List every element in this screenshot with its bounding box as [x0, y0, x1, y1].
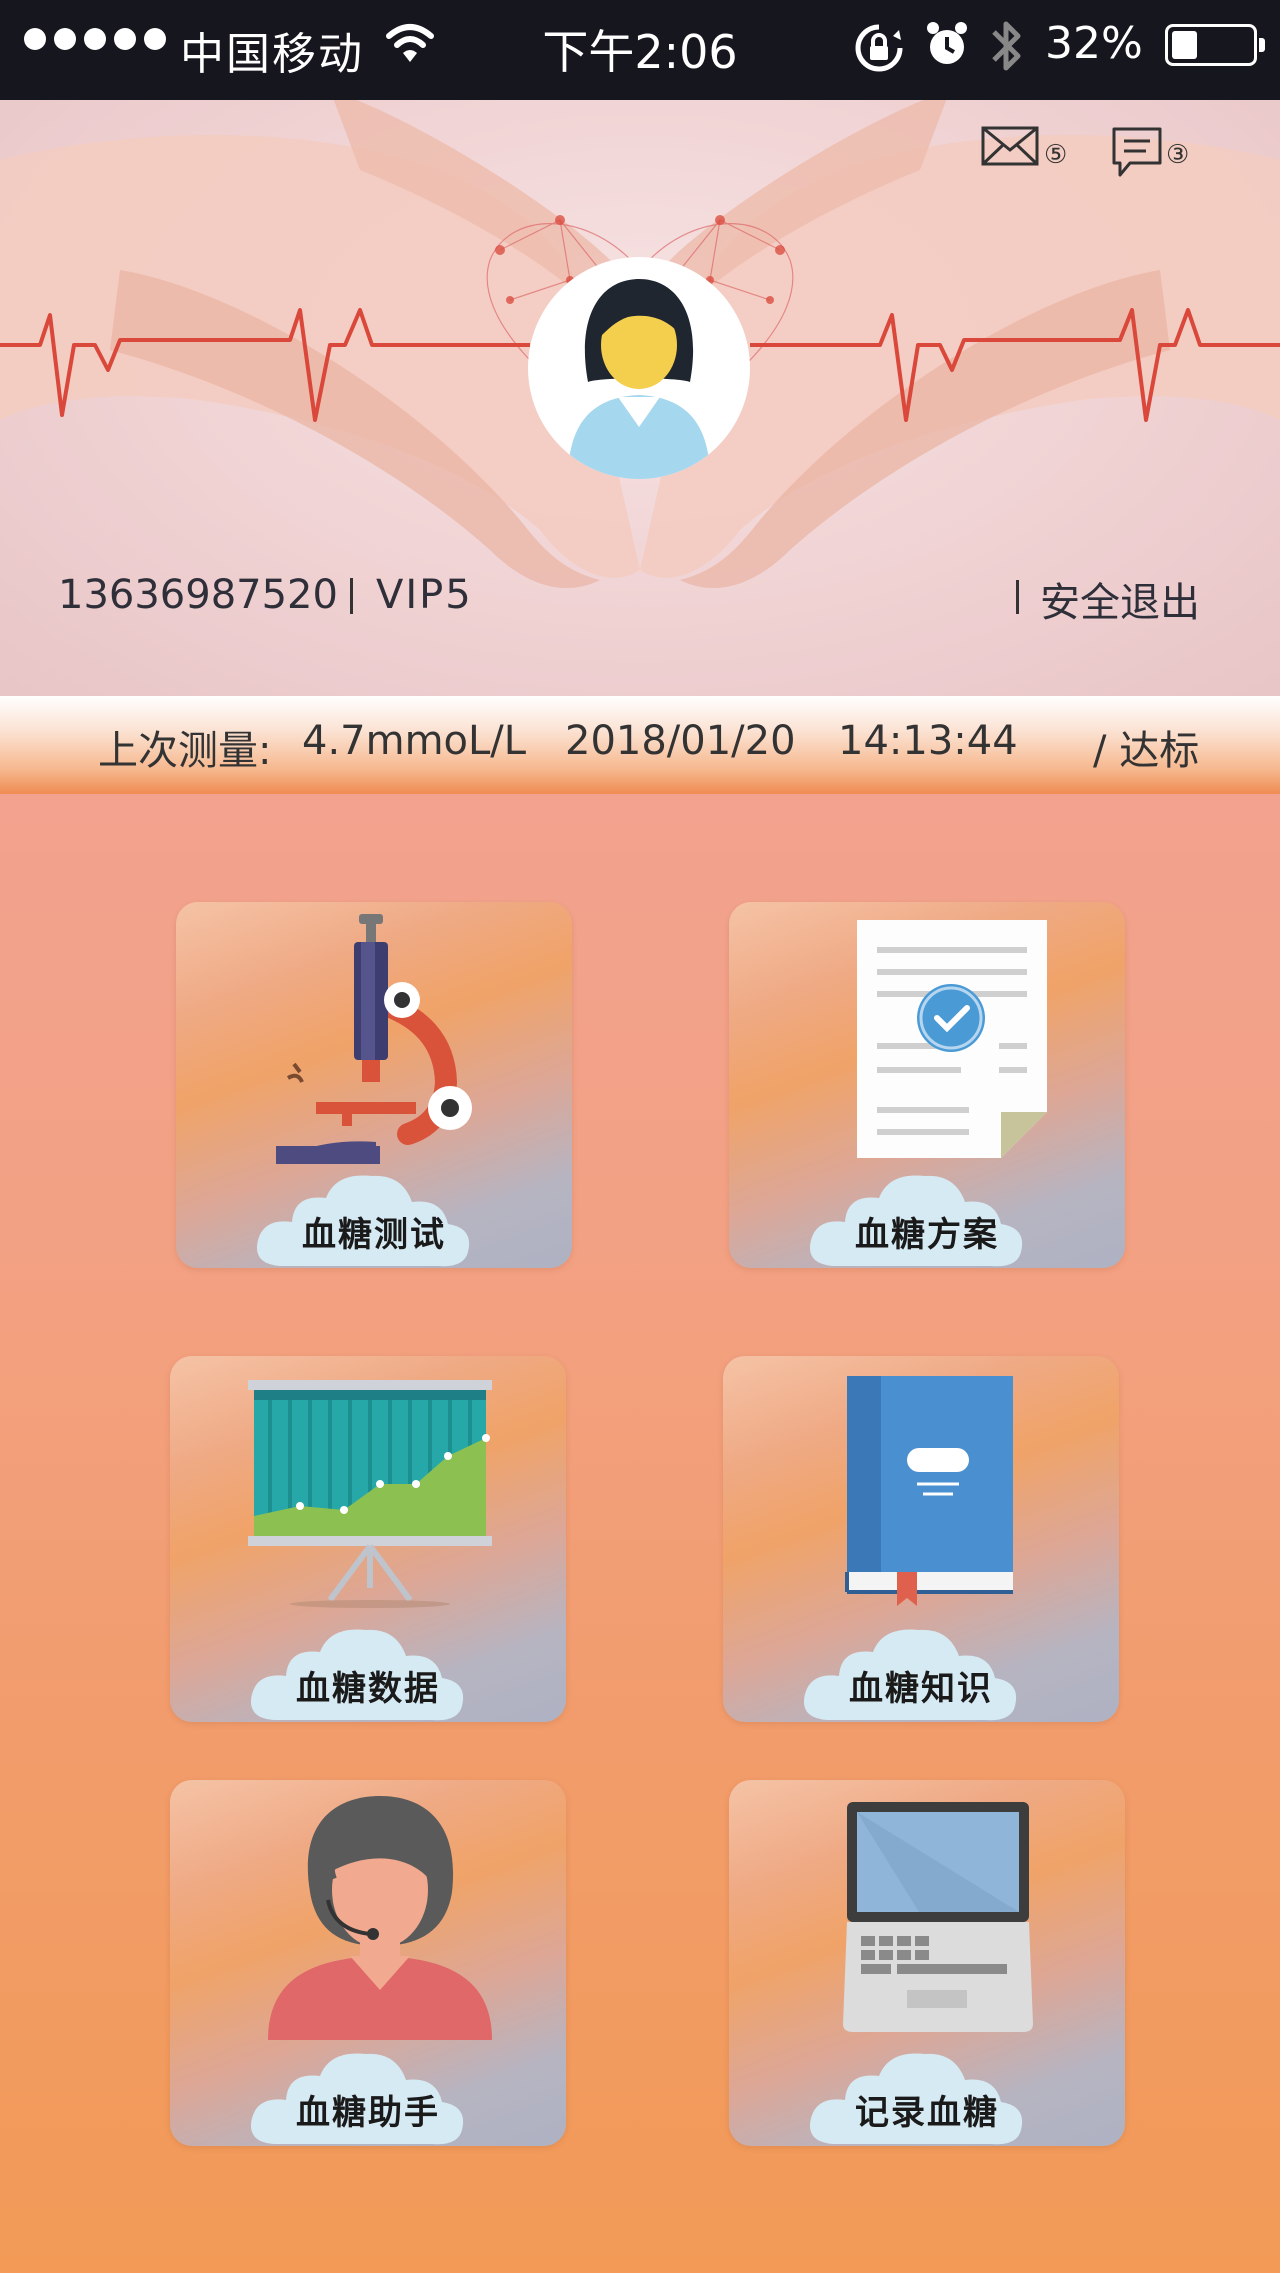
menu-tile-blood-sugar-data[interactable]: 血糖数据	[170, 1356, 566, 1722]
menu-tile-blood-sugar-plan[interactable]: 血糖方案	[729, 902, 1125, 1268]
menu-label: 血糖助手	[296, 2093, 440, 2133]
message-icon[interactable]	[1110, 125, 1164, 179]
battery-icon	[1165, 24, 1265, 66]
menu-tile-blood-sugar-assistant[interactable]: 血糖助手	[170, 1780, 566, 2146]
menu-tile-blood-sugar-test[interactable]: 血糖测试	[176, 902, 572, 1268]
divider	[1016, 580, 1019, 614]
menu-grid: 血糖测试 血糖方案 血糖数据 血糖知识 血糖助手 记录血糖	[0, 794, 1280, 2273]
divider	[350, 578, 353, 614]
last-measure-value: 4.7mmoL/L	[302, 718, 527, 764]
last-measurement-bar: 上次测量: 4.7mmoL/L 2018/01/20 14:13:44 / 达标	[0, 696, 1280, 794]
vip-level: VIP5	[376, 572, 473, 618]
mail-icon[interactable]	[980, 125, 1040, 167]
profile-header: ⑤ ③ 13636987520 VIP5 安全退出	[0, 100, 1280, 696]
user-phone: 13636987520	[58, 572, 338, 618]
user-avatar-icon	[568, 279, 710, 479]
battery-percent: 32%	[1045, 18, 1143, 69]
message-badge: ③	[1166, 140, 1190, 170]
status-bar: 中国移动 下午2:06 32%	[0, 0, 1280, 100]
menu-label: 记录血糖	[855, 2093, 999, 2133]
last-measure-date: 2018/01/20	[565, 718, 796, 764]
last-measure-label: 上次测量:	[98, 728, 272, 774]
menu-label: 血糖方案	[855, 1215, 999, 1255]
menu-label: 血糖数据	[296, 1669, 440, 1709]
bluetooth-icon	[992, 21, 1021, 71]
menu-tile-record-blood-sugar[interactable]: 记录血糖	[729, 1780, 1125, 2146]
rotation-lock-icon	[855, 24, 903, 72]
logout-button[interactable]: 安全退出	[1040, 570, 1200, 628]
mail-badge: ⑤	[1044, 140, 1068, 170]
last-measure-status: / 达标	[1093, 728, 1200, 774]
avatar[interactable]	[528, 257, 750, 479]
menu-label: 血糖测试	[302, 1215, 446, 1255]
menu-tile-blood-sugar-knowledge[interactable]: 血糖知识	[723, 1356, 1119, 1722]
alarm-icon	[927, 22, 967, 64]
last-measure-time: 14:13:44	[838, 718, 1018, 764]
menu-label: 血糖知识	[849, 1669, 993, 1709]
